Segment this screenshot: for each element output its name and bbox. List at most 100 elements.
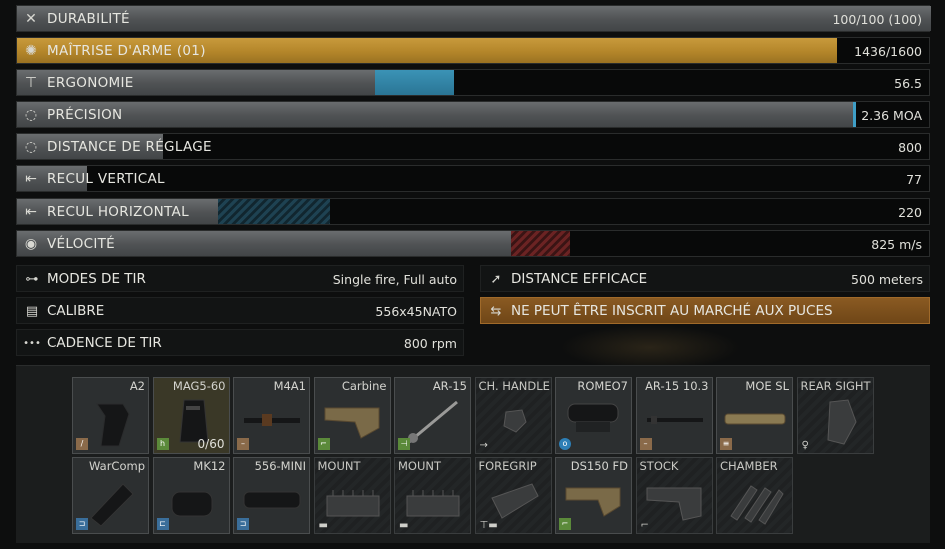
stat-ergonomics-value: 56.5 (894, 76, 922, 91)
mod-type-icon: – (639, 438, 652, 450)
slot-type-icon: ▬ (318, 520, 328, 531)
mod-slot-ch-handle[interactable]: CH. HANDLE → (474, 377, 552, 454)
stock-icon (643, 476, 707, 528)
stat-accuracy: ◌ PRÉCISION 2.36 MOA (16, 101, 930, 128)
stat-ergonomics-label: ERGONOMIE (47, 75, 134, 91)
rear-sight-icon (804, 396, 868, 448)
stat-recoil_horizontal: ⇤ RECUL HORIZONTAL 220 (16, 198, 930, 225)
stat-ergonomics-bonus (375, 70, 454, 95)
mod-slot-chamber[interactable]: CHAMBER (716, 457, 793, 534)
mod-slot-ar-15-10-3[interactable]: AR-15 10.3 – (635, 377, 713, 454)
stat-velocity-label: VÉLOCITÉ (47, 236, 116, 252)
stat-durability: ✕ DURABILITÉ 100/100 (100) (16, 5, 931, 32)
mod-type-icon: ⊐ (237, 518, 249, 530)
stat-durability-value: 100/100 (100) (832, 12, 922, 27)
mod-slot-rear-sight[interactable]: REAR SIGHT ♀ (796, 377, 874, 454)
mod-slot-romeo7[interactable]: ROMEO7 o (555, 377, 632, 454)
stat-recoil_horizontal-label: RECUL HORIZONTAL (47, 204, 189, 220)
mod-slot-a2[interactable]: A2 / (72, 377, 149, 454)
fire-modes-value: Single fire, Full auto (332, 272, 457, 287)
fire-modes-label: MODES DE TIR (47, 271, 146, 287)
a2-icon (79, 396, 143, 448)
mod-slot-mag5-60[interactable]: MAG5-60 h 0/60 (152, 377, 230, 454)
ds150-fd-icon (562, 476, 626, 528)
mod-slot-label: MOUNT (398, 459, 442, 473)
mod-type-icon: ⊏ (156, 518, 169, 530)
caliber-label: CALIBRE (47, 303, 105, 319)
background-weapon-silhouette (560, 325, 740, 370)
mod-slot-label: 556-MINI (254, 459, 306, 473)
mod-slot-label: ROMEO7 (577, 379, 628, 393)
mod-slot-label: Carbine (341, 379, 387, 393)
stat-accuracy-fill (17, 102, 853, 127)
m4a1-icon (240, 396, 304, 448)
mod-slot-stock[interactable]: STOCK ⌐ (635, 457, 713, 534)
stat-recoil_horizontal-value: 220 (898, 205, 922, 220)
stat-durability-fill (17, 6, 931, 31)
warcomp-icon (79, 476, 143, 528)
stat-mastery-label: MAÎTRISE D'ARME (01) (47, 43, 206, 59)
caliber-value: 556x45NATO (375, 304, 457, 319)
mod-slot-label: STOCK (639, 459, 679, 473)
flea-market-label: NE PEUT ÊTRE INSCRIT AU MARCHÉ AUX PUCES (511, 303, 833, 319)
stat-recoil_horizontal-reduction (218, 199, 330, 224)
fire-rate-icon: ••• (23, 337, 41, 349)
slot-type-icon: ⊤▬ (479, 520, 498, 531)
mod-type-icon: o (559, 438, 571, 450)
mod-slot-label: MAG5-60 (172, 379, 226, 393)
mod-slot-warcomp[interactable]: WarComp ⊐ (72, 457, 149, 534)
caliber-row: ▤ CALIBRE 556x45NATO (16, 297, 464, 324)
mod-type-icon: ⊐ (76, 518, 88, 530)
mod-type-icon: / (76, 438, 88, 450)
crosshair-icon: ◌ (24, 107, 38, 123)
mount-icon (401, 476, 465, 528)
mod-slot-m4a1[interactable]: M4A1 – (233, 377, 310, 454)
effective-distance-label: DISTANCE EFFICACE (511, 271, 648, 287)
stat-recoil_vertical-value: 77 (906, 172, 922, 187)
mod-slot-carbine[interactable]: Carbine ⌐ (313, 377, 391, 454)
stat-sighting_range-value: 800 (898, 140, 922, 155)
mod-slot-ar-15[interactable]: AR-15 ⊣ (394, 377, 471, 454)
ar-15-icon (401, 396, 465, 448)
mod-slot-label: WarComp (89, 459, 145, 473)
mod-slot-label: MK12 (193, 459, 226, 473)
flea-market-warning: ⇆ NE PEUT ÊTRE INSCRIT AU MARCHÉ AUX PUC… (480, 297, 930, 324)
crosshair-icon: ◌ (24, 139, 38, 155)
wrench-icon: ✕ (25, 11, 37, 27)
distance-icon: ➚ (490, 271, 502, 287)
ar-15-10-3-icon (643, 396, 707, 448)
mod-type-icon: ⊣ (398, 438, 410, 450)
mod-type-icon: h (156, 438, 169, 450)
weapon-mods-panel: A2 / MAG5-60 h 0/60 M4A1 – Carbine ⌐ AR-15 ⊣ CH. HA… (16, 365, 930, 543)
caliber-icon: ▤ (25, 303, 39, 319)
mod-slot-label: REAR SIGHT (800, 379, 871, 393)
stat-recoil_vertical: ⇤ RECUL VERTICAL 77 (16, 165, 930, 192)
stat-velocity-penalty (511, 231, 570, 256)
chamber-icon (723, 476, 787, 528)
mod-slot-label: M4A1 (273, 379, 306, 393)
stat-velocity: ◉ VÉLOCITÉ 825 m/s (16, 230, 930, 257)
mod-slot-mk12[interactable]: MK12 ⊏ (152, 457, 230, 534)
mod-slot-ds150-fd[interactable]: DS150 FD ⌐ (555, 457, 632, 534)
slot-type-icon: ♀ (801, 440, 809, 451)
stat-accuracy-marker (853, 102, 856, 127)
mod-slot-label: MOE SL (745, 379, 789, 393)
mod-slot-label: AR-15 (432, 379, 467, 393)
stat-sighting_range: ◌ DISTANCE DE RÉGLAGE 800 (16, 133, 930, 160)
mod-slot-moe-sl[interactable]: MOE SL ≡ (716, 377, 793, 454)
mod-slot-label: AR-15 10.3 (645, 379, 709, 393)
fire-mode-icon: ⊶ (25, 271, 39, 287)
stat-accuracy-label: PRÉCISION (47, 107, 123, 123)
mod-slot-mount[interactable]: MOUNT ▬ (313, 457, 391, 534)
ch-handle-icon (482, 396, 546, 448)
effective-distance-value: 500 meters (851, 272, 923, 287)
stat-mastery: ✺ MAÎTRISE D'ARME (01) 1436/1600 (16, 37, 930, 64)
mod-slot-556-mini[interactable]: 556-MINI ⊐ (233, 457, 310, 534)
recoil-icon: ⇤ (25, 171, 37, 187)
hand-icon: ⊤ (24, 75, 38, 91)
mount-icon (321, 476, 385, 528)
mod-slot-mount[interactable]: MOUNT ▬ (394, 457, 471, 534)
mod-slot-foregrip[interactable]: FOREGRIP ⊤▬ (474, 457, 552, 534)
magazine-count: 0/60 (197, 437, 225, 451)
mod-slot-label: MOUNT (317, 459, 361, 473)
